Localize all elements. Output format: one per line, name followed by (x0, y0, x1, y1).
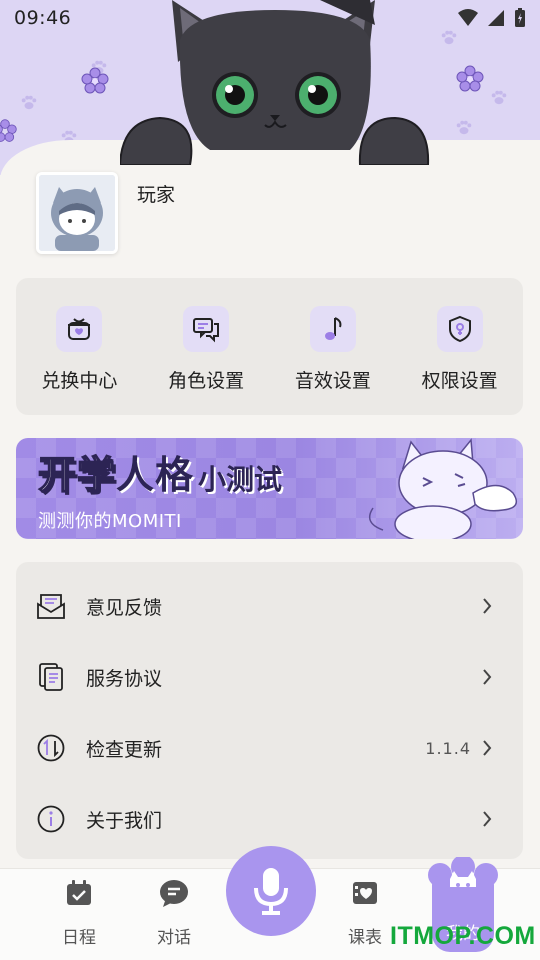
role-settings-button[interactable]: 角色设置 (151, 306, 261, 393)
flower-icon (456, 65, 484, 92)
banner-title-part2: 人格 (116, 453, 195, 497)
music-note-icon (309, 306, 356, 352)
tab-label: 课表 (348, 928, 382, 948)
status-bar: 09:46 (0, 0, 540, 36)
quick-action-label: 兑换中心 (41, 370, 118, 392)
tab-label: 对话 (157, 928, 191, 948)
menu-label: 意见反馈 (86, 596, 163, 619)
banner-title-part1: 开学 (37, 453, 117, 497)
wifi-icon (458, 9, 478, 26)
voice-input-button[interactable] (226, 846, 316, 936)
calendar-check-icon (63, 877, 95, 909)
status-icons (458, 8, 526, 28)
paw-icon (456, 120, 472, 135)
menu-label: 检查更新 (86, 738, 163, 761)
personality-test-banner[interactable]: 开学 人格 小测试 测测你的MOMITI (16, 438, 523, 539)
menu-item-feedback[interactable]: 意见反馈 (16, 571, 523, 641)
white-cat-illustration (368, 438, 518, 539)
avatar-image (39, 175, 115, 251)
chevron-right-icon (483, 669, 492, 685)
quick-action-label: 音效设置 (294, 370, 371, 392)
chat-bubble-icon (158, 877, 190, 909)
chevron-right-icon (483, 811, 492, 827)
document-icon (35, 661, 67, 693)
microphone-icon (254, 868, 288, 915)
sound-settings-button[interactable]: 音效设置 (278, 306, 388, 393)
menu-item-check-update[interactable]: 检查更新 1.1.4 (16, 713, 523, 783)
avatar[interactable] (36, 172, 118, 254)
menu-item-terms[interactable]: 服务协议 (16, 642, 523, 712)
redeem-center-button[interactable]: 兑换中心 (24, 306, 134, 393)
signal-icon (488, 10, 504, 26)
update-arrows-icon (35, 732, 67, 764)
menu-item-about[interactable]: 关于我们 (16, 784, 523, 854)
paw-icon (491, 90, 507, 105)
username: 玩家 (137, 184, 176, 206)
watermark: ITMOP.COM (390, 922, 536, 950)
app-version: 1.1.4 (425, 738, 471, 758)
paw-icon (21, 95, 37, 110)
chevron-right-icon (483, 598, 492, 614)
quick-action-label: 权限设置 (421, 370, 498, 392)
tab-schedule[interactable]: 日程 (44, 877, 114, 948)
banner-title: 开学 人格 小测试 (37, 453, 283, 497)
quick-action-label: 角色设置 (168, 370, 245, 392)
timetable-heart-icon (349, 877, 381, 909)
banner-subtitle: 测测你的MOMITI (38, 511, 182, 532)
settings-menu: 意见反馈 服务协议 检查更新 1.1.4 关于我们 (16, 562, 523, 859)
chevron-right-icon (483, 740, 492, 756)
tab-chat[interactable]: 对话 (139, 877, 209, 948)
banner-title-part3: 小测试 (198, 463, 283, 496)
menu-label: 服务协议 (86, 667, 163, 690)
feedback-envelope-icon (35, 590, 67, 622)
gift-box-icon (56, 306, 103, 352)
chat-bubbles-icon (183, 306, 230, 352)
menu-label: 关于我们 (86, 809, 163, 832)
tab-label: 日程 (62, 928, 96, 948)
flower-icon (81, 67, 109, 94)
shield-icon (436, 306, 483, 352)
battery-icon (515, 8, 525, 27)
quick-actions-card: 兑换中心 角色设置 音效设置 权限设置 (16, 278, 523, 415)
info-icon (35, 803, 67, 835)
flower-icon (0, 119, 17, 142)
permission-settings-button[interactable]: 权限设置 (405, 306, 515, 393)
status-time: 09:46 (14, 7, 72, 29)
